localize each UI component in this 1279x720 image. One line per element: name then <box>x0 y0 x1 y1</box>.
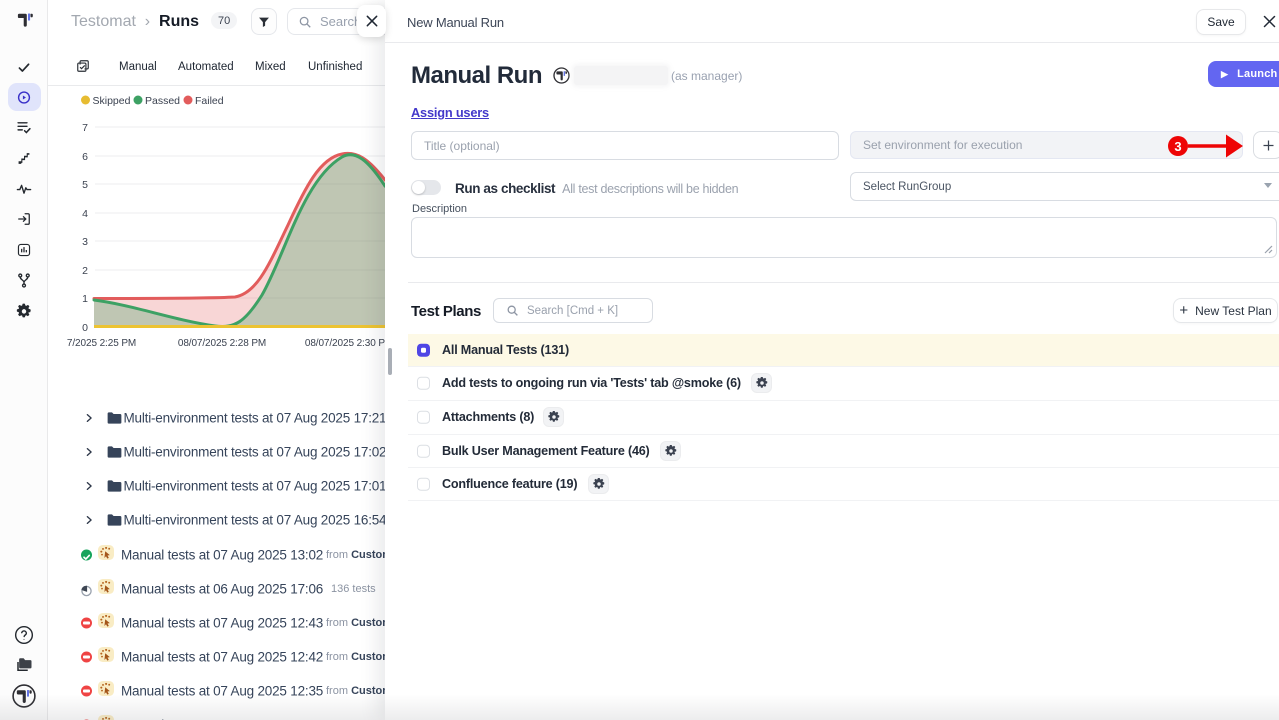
svg-text:2: 2 <box>82 265 88 277</box>
svg-text:3: 3 <box>82 236 88 248</box>
svg-text:08/07/2025 2:30 PM: 08/07/2025 2:30 PM <box>305 338 385 349</box>
svg-text:Skipped: Skipped <box>93 95 131 107</box>
svg-text:4: 4 <box>82 208 88 220</box>
svg-text:7: 7 <box>82 122 88 134</box>
svg-text:5: 5 <box>82 179 88 191</box>
svg-text:6: 6 <box>82 151 88 163</box>
svg-text:0: 0 <box>82 322 88 334</box>
svg-text:08/07/2025 2:25 PM: 08/07/2025 2:25 PM <box>48 338 136 349</box>
svg-text:Passed: Passed <box>145 95 180 107</box>
svg-text:08/07/2025 2:28 PM: 08/07/2025 2:28 PM <box>178 338 266 349</box>
svg-text:1: 1 <box>82 293 88 305</box>
svg-text:Failed: Failed <box>195 95 224 107</box>
